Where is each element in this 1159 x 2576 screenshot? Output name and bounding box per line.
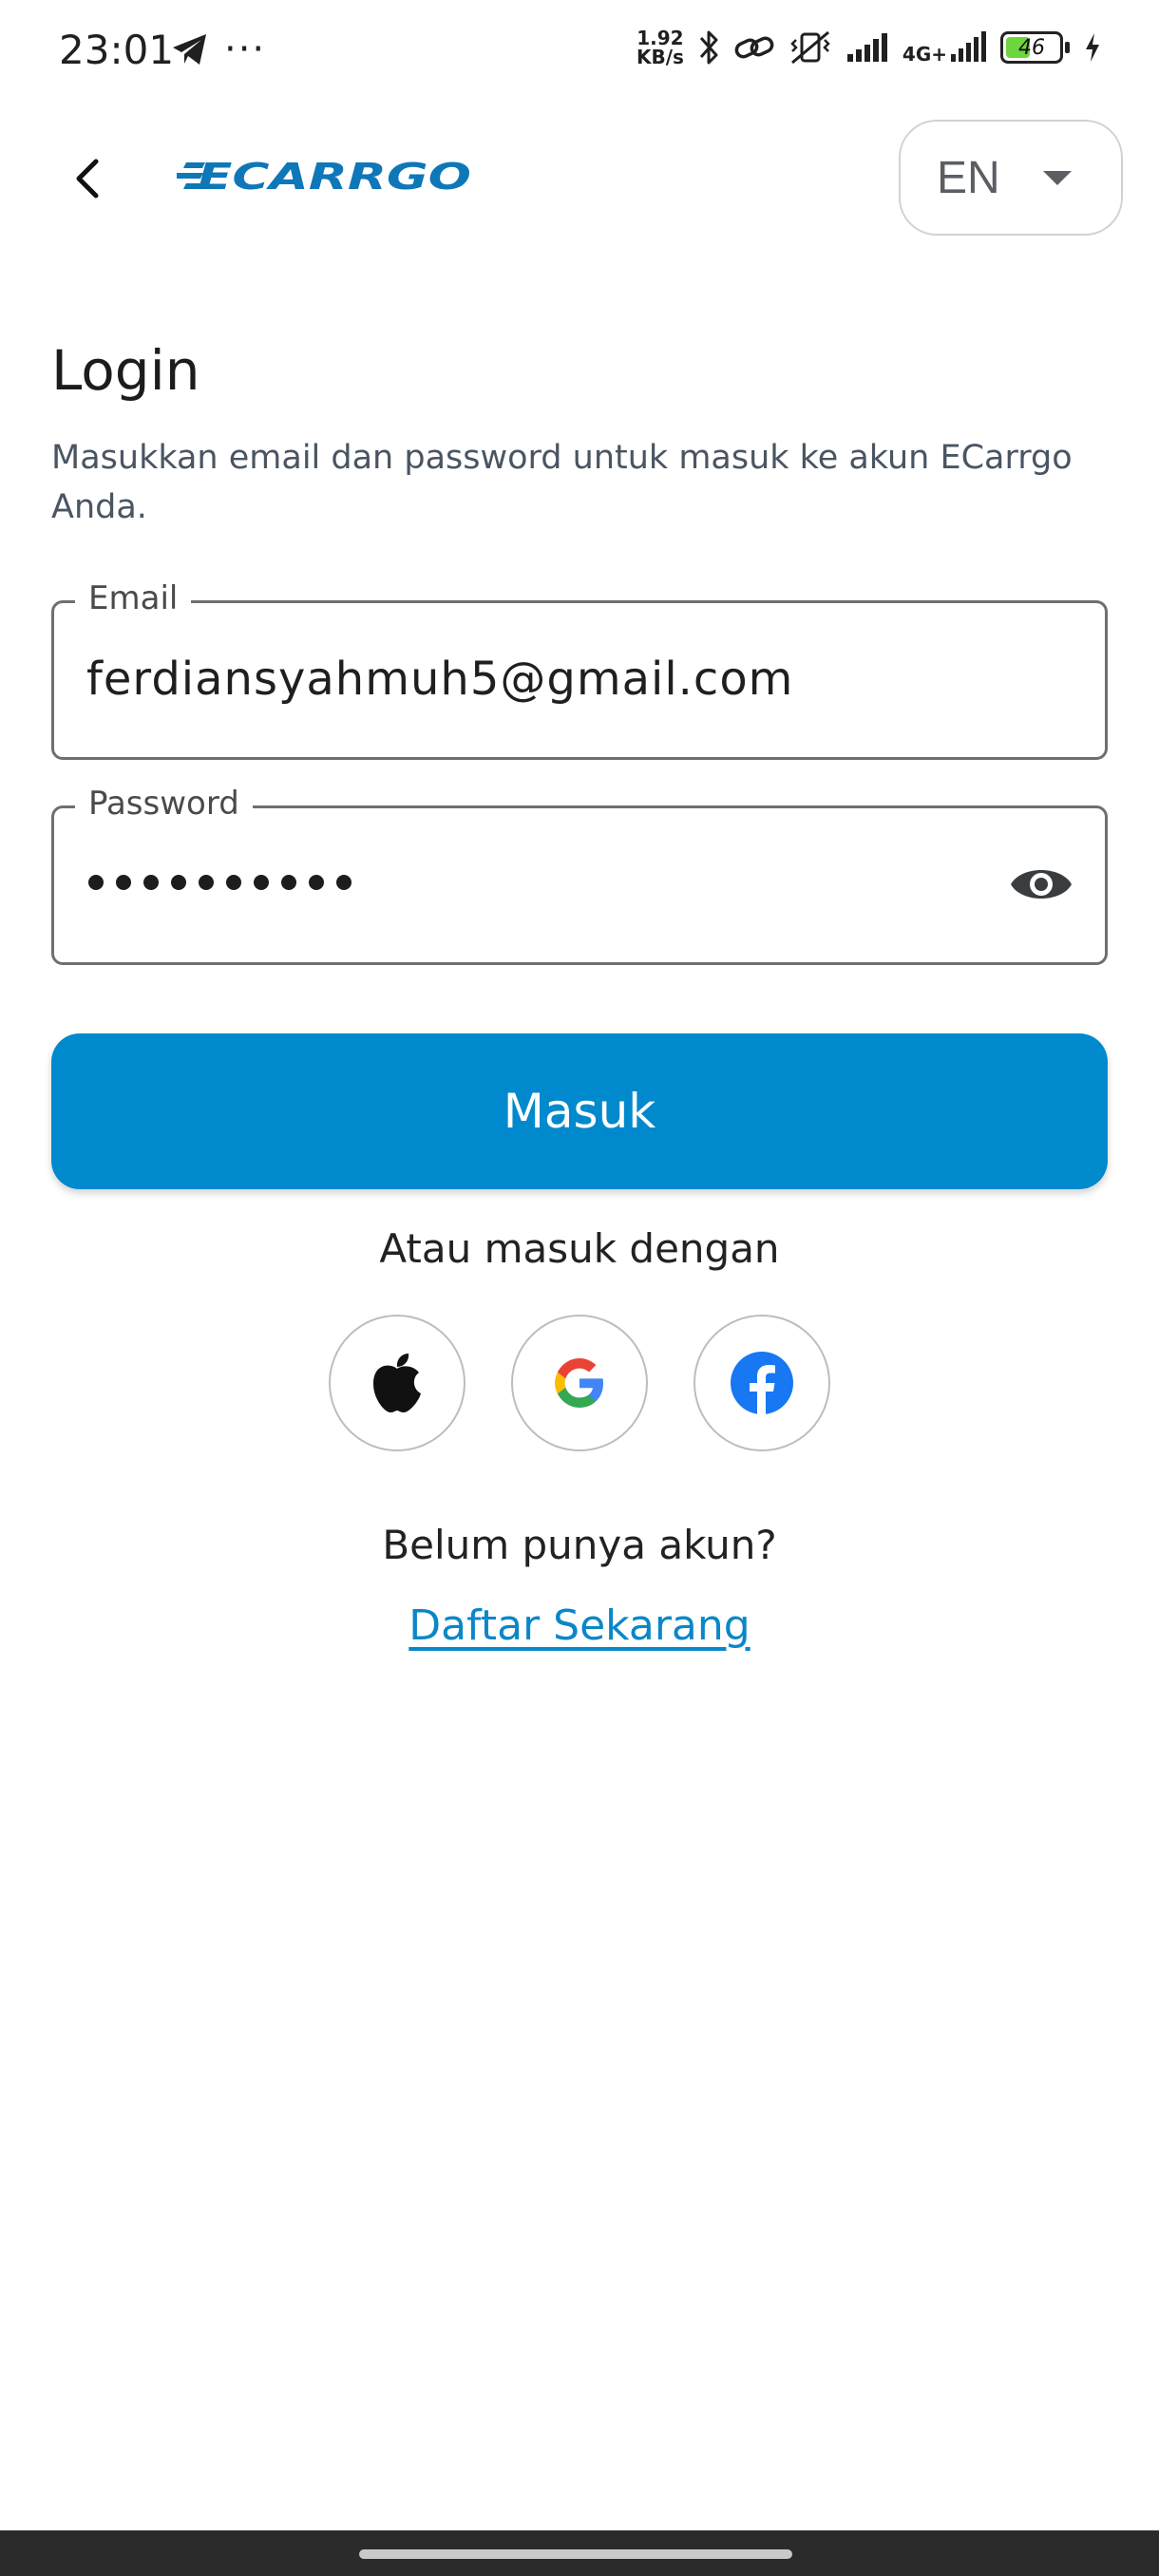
app-header: ECARRGO EN bbox=[0, 104, 1159, 247]
logo-text: ECARRGO bbox=[198, 157, 471, 195]
email-input-value[interactable]: ferdiansyahmuh5@gmail.com bbox=[86, 653, 793, 706]
signal-icon bbox=[846, 33, 887, 62]
status-bar: 23:01 ··· 1.92 KB/s 4G+ 46 bbox=[0, 0, 1159, 104]
signal-label: 4G+ bbox=[902, 43, 947, 66]
vibrate-off-icon bbox=[790, 30, 830, 65]
email-field[interactable]: Email ferdiansyahmuh5@gmail.com bbox=[51, 575, 1108, 760]
register-link-container: Daftar Sekarang bbox=[0, 1601, 1159, 1650]
apple-icon bbox=[373, 1354, 421, 1412]
eye-icon bbox=[1011, 870, 1072, 899]
status-time: 23:01 bbox=[59, 27, 175, 73]
password-dot bbox=[88, 875, 104, 890]
password-dot bbox=[226, 875, 241, 890]
register-link[interactable]: Daftar Sekarang bbox=[408, 1601, 750, 1650]
home-gesture-handle[interactable] bbox=[359, 2549, 792, 2559]
facebook-login-button[interactable] bbox=[694, 1315, 830, 1451]
signal-4g: 4G+ bbox=[902, 31, 987, 64]
language-selector[interactable]: EN bbox=[899, 120, 1123, 236]
status-left-icons: ··· bbox=[171, 28, 267, 71]
back-button[interactable] bbox=[59, 150, 116, 207]
signal-4g-icon bbox=[951, 31, 986, 62]
no-account-text: Belum punya akun? bbox=[382, 1522, 777, 1568]
password-input-value[interactable] bbox=[88, 875, 352, 890]
google-icon bbox=[555, 1358, 603, 1408]
password-label: Password bbox=[75, 780, 253, 827]
dropdown-caret-icon bbox=[1043, 171, 1072, 185]
password-dot bbox=[281, 875, 296, 890]
charging-icon bbox=[1086, 33, 1099, 62]
system-navigation-bar bbox=[0, 2530, 1159, 2576]
password-dot bbox=[199, 875, 214, 890]
password-dot bbox=[116, 875, 131, 890]
back-arrow-icon bbox=[76, 159, 99, 199]
page-title: Login bbox=[51, 338, 200, 403]
page-subtitle: Masukkan email dan password untuk masuk … bbox=[51, 439, 1073, 526]
link-icon bbox=[734, 36, 774, 59]
network-speed-unit: KB/s bbox=[636, 46, 684, 68]
ecarrgo-logo: ECARRGO bbox=[174, 156, 475, 199]
password-dot bbox=[309, 875, 324, 890]
password-dot bbox=[171, 875, 186, 890]
bluetooth-icon bbox=[699, 30, 718, 65]
status-indicators: 1.92 KB/s 4G+ 46 bbox=[636, 28, 1102, 66]
language-label: EN bbox=[937, 152, 1000, 203]
alt-login-text: Atau masuk dengan bbox=[379, 1225, 780, 1272]
email-label: Email bbox=[75, 575, 192, 622]
google-login-button[interactable] bbox=[511, 1315, 648, 1451]
password-dot bbox=[336, 875, 352, 890]
battery-percent: 46 bbox=[1018, 35, 1045, 60]
ecarrgo-logo-icon: ECARRGO bbox=[174, 156, 471, 198]
battery-indicator: 46 bbox=[1000, 31, 1070, 64]
password-dot bbox=[143, 875, 159, 890]
more-notifications-icon: ··· bbox=[224, 28, 267, 71]
facebook-icon bbox=[731, 1352, 793, 1414]
telegram-icon bbox=[173, 34, 206, 65]
password-dot bbox=[254, 875, 269, 890]
battery-cap bbox=[1065, 42, 1070, 53]
social-login-row bbox=[0, 1315, 1159, 1453]
password-field[interactable]: Password bbox=[51, 780, 1108, 965]
battery-icon: 46 bbox=[1000, 31, 1063, 64]
network-speed: 1.92 KB/s bbox=[636, 28, 684, 66]
toggle-password-visibility-button[interactable] bbox=[1008, 856, 1074, 913]
network-speed-value: 1.92 bbox=[636, 27, 684, 49]
apple-login-button[interactable] bbox=[329, 1315, 466, 1451]
login-button[interactable]: Masuk bbox=[51, 1033, 1108, 1189]
